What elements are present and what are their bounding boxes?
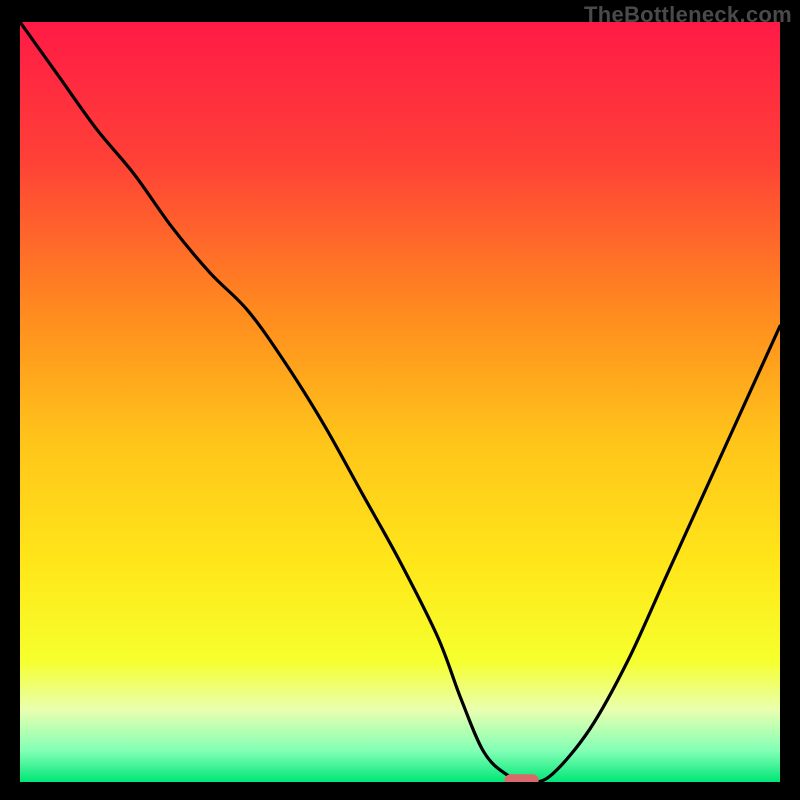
watermark-text: TheBottleneck.com — [584, 2, 792, 28]
chart-plot-area — [20, 22, 780, 782]
optimal-marker — [505, 774, 539, 782]
chart-background — [20, 22, 780, 782]
chart-frame: TheBottleneck.com — [0, 0, 800, 800]
chart-svg — [20, 22, 780, 782]
